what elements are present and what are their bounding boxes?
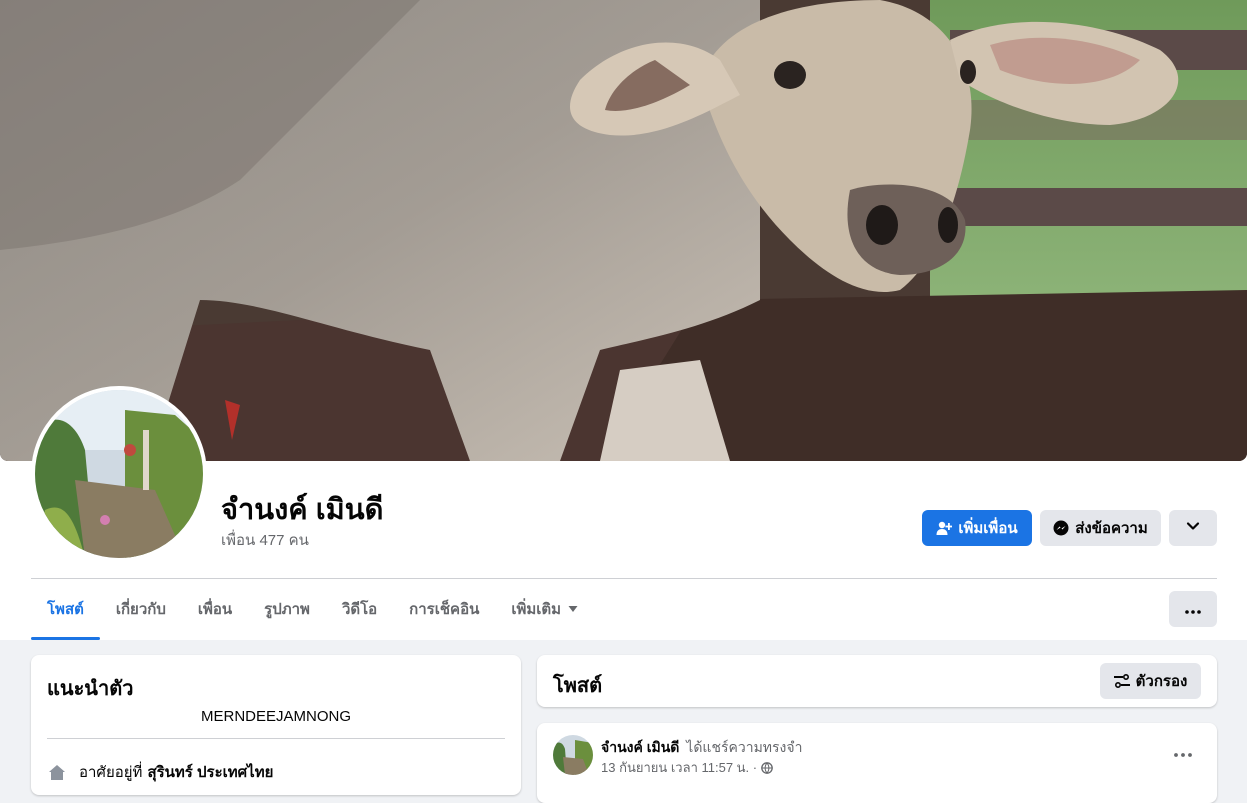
tab-friends[interactable]: เพื่อน bbox=[182, 580, 248, 638]
more-horizontal-icon bbox=[1174, 744, 1192, 762]
chevron-down-icon bbox=[1186, 519, 1200, 537]
post-author-name[interactable]: จำนงค์ เมินดี bbox=[601, 739, 679, 755]
lives-in-prefix: อาศัยอยู่ที่ bbox=[79, 764, 143, 781]
more-profile-options-button[interactable] bbox=[1169, 510, 1217, 546]
post-card: จำนงค์ เมินดี ได้แชร์ความทรงจำ 13 กันยาย… bbox=[537, 723, 1217, 803]
friend-count[interactable]: เพื่อน 477 คน bbox=[221, 528, 309, 552]
header-divider bbox=[31, 578, 1217, 579]
tab-videos[interactable]: วิดีโอ bbox=[326, 580, 393, 638]
tab-about[interactable]: เกี่ยวกับ bbox=[100, 580, 182, 638]
message-label: ส่งข้อความ bbox=[1075, 520, 1148, 537]
filter-label: ตัวกรอง bbox=[1135, 673, 1188, 690]
home-icon bbox=[47, 762, 67, 782]
post-meta: 13 กันยายน เวลา 11:57 น. · bbox=[601, 757, 773, 778]
filter-icon bbox=[1113, 674, 1130, 688]
profile-avatar[interactable] bbox=[31, 386, 207, 562]
tab-about-label: เกี่ยวกับ bbox=[115, 601, 166, 618]
globe-icon bbox=[761, 761, 773, 774]
intro-card: แนะนำตัว MERNDEEJAMNONG อาศัยอยู่ที่ สุร… bbox=[31, 655, 521, 795]
add-friend-button[interactable]: เพิ่มเพื่อน bbox=[922, 510, 1032, 546]
tab-posts[interactable]: โพสต์ bbox=[31, 580, 100, 640]
intro-divider bbox=[47, 738, 505, 739]
more-horizontal-icon bbox=[1185, 601, 1201, 618]
post-author-avatar[interactable] bbox=[553, 735, 593, 775]
profile-name: จำนงค์ เมินดี bbox=[221, 494, 384, 526]
profile-tabs: โพสต์ เกี่ยวกับ เพื่อน รูปภาพ วิดีโอ การ… bbox=[31, 580, 594, 640]
tab-more[interactable]: เพิ่มเติม bbox=[495, 580, 594, 638]
messenger-icon bbox=[1053, 520, 1069, 536]
add-friend-icon bbox=[936, 520, 953, 536]
intro-title: แนะนำตัว bbox=[47, 678, 134, 700]
post-options-button[interactable] bbox=[1165, 741, 1201, 765]
post-header-line: จำนงค์ เมินดี ได้แชร์ความทรงจำ bbox=[601, 737, 802, 759]
posts-header-card: โพสต์ ตัวกรอง bbox=[537, 655, 1217, 707]
caret-down-icon bbox=[568, 605, 578, 613]
filter-button[interactable]: ตัวกรอง bbox=[1100, 663, 1201, 699]
intro-lives-in: อาศัยอยู่ที่ สุรินทร์ ประเทศไทย bbox=[47, 760, 273, 784]
tab-more-label: เพิ่มเติม bbox=[511, 601, 562, 618]
cover-photo[interactable] bbox=[0, 0, 1247, 461]
post-action-text: ได้แชร์ความทรงจำ bbox=[686, 739, 803, 755]
add-friend-label: เพิ่มเพื่อน bbox=[958, 520, 1018, 537]
tab-photos[interactable]: รูปภาพ bbox=[248, 580, 326, 638]
lives-in-place[interactable]: สุรินทร์ ประเทศไทย bbox=[147, 760, 273, 784]
message-button[interactable]: ส่งข้อความ bbox=[1040, 510, 1161, 546]
tab-checkins-label: การเช็คอิน bbox=[409, 601, 480, 618]
tab-photos-label: รูปภาพ bbox=[264, 601, 310, 618]
tabs-more-options-button[interactable] bbox=[1169, 591, 1217, 627]
tab-videos-label: วิดีโอ bbox=[341, 601, 378, 618]
tab-checkins[interactable]: การเช็คอิน bbox=[393, 580, 495, 638]
tab-friends-label: เพื่อน bbox=[197, 601, 233, 618]
posts-title: โพสต์ bbox=[553, 675, 603, 697]
tab-posts-label: โพสต์ bbox=[47, 601, 84, 618]
profile-header: จำนงค์ เมินดี เพื่อน 477 คน เพิ่มเพื่อน … bbox=[0, 0, 1247, 640]
intro-bio: MERNDEEJAMNONG bbox=[200, 708, 351, 725]
post-timestamp[interactable]: 13 กันยายน เวลา 11:57 น. · bbox=[601, 757, 757, 778]
